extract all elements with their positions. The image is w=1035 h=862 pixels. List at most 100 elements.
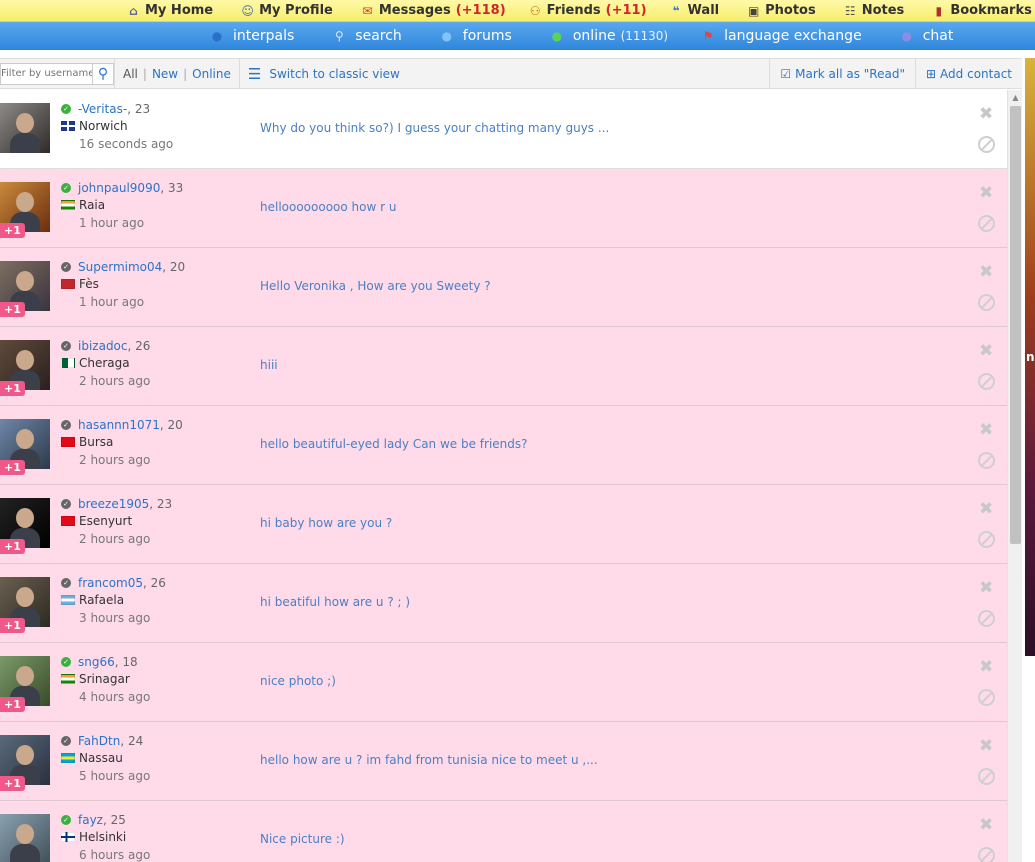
user-age: , 23 bbox=[149, 497, 173, 511]
username-link[interactable]: -Veritas- bbox=[78, 102, 127, 116]
username-link[interactable]: sng66 bbox=[78, 655, 115, 669]
filter-all[interactable]: All bbox=[123, 67, 138, 81]
topnav-item-wall[interactable]: ❝ Wall bbox=[669, 3, 725, 18]
mainnav-item-online[interactable]: ● online (11130) bbox=[547, 26, 669, 46]
topnav-item-friends[interactable]: ⚇ Friends (+11) bbox=[528, 3, 647, 18]
message-preview[interactable]: hi baby how are you ? bbox=[260, 516, 392, 530]
conversation-row[interactable]: +1 ✓ Supermimo04, 20 Fès 1 hour ago Hello Ver… bbox=[0, 248, 1007, 327]
conversation-row[interactable]: +1 ✓ johnpaul9090, 33 Raia 1 hour ago hellooo… bbox=[0, 169, 1007, 248]
message-preview[interactable]: hi beatiful how are u ? ; ) bbox=[260, 595, 410, 609]
block-user-icon[interactable] bbox=[978, 847, 995, 862]
contact-info: ✓ francom05, 26 Rafaela 3 hours ago bbox=[61, 575, 251, 627]
delete-conversation-icon[interactable]: ✖ bbox=[979, 501, 993, 518]
delete-conversation-icon[interactable]: ✖ bbox=[979, 422, 993, 439]
username-link[interactable]: fayz bbox=[78, 813, 103, 827]
conversation-row[interactable]: +1 ✓ ibizadoc, 26 Cheraga 2 hours ago hiii ✖ bbox=[0, 327, 1007, 406]
conversation-row[interactable]: +1 ✓ FahDtn, 24 Nassau 5 hours ago hello how … bbox=[0, 722, 1007, 801]
message-preview[interactable]: Nice picture :) bbox=[260, 832, 345, 846]
banner-text: n bbox=[1026, 350, 1035, 364]
filter-online[interactable]: Online bbox=[192, 67, 231, 81]
user-location: Rafaela bbox=[79, 593, 125, 607]
block-user-icon[interactable] bbox=[978, 136, 995, 153]
topnav-item-photos[interactable]: ▣ Photos bbox=[746, 3, 821, 18]
delete-conversation-icon[interactable]: ✖ bbox=[979, 106, 993, 123]
user-location: Helsinki bbox=[79, 830, 127, 844]
username-link[interactable]: johnpaul9090 bbox=[78, 181, 160, 195]
conversation-row[interactable]: +1 ✓ francom05, 26 Rafaela 3 hours ago hi bea… bbox=[0, 564, 1007, 643]
user-age: , 26 bbox=[127, 339, 151, 353]
message-preview[interactable]: hello beautiful-eyed lady Can we be frie… bbox=[260, 437, 528, 451]
message-preview[interactable]: nice photo ;) bbox=[260, 674, 336, 688]
search-button[interactable]: ⚲ bbox=[92, 62, 114, 85]
username-link[interactable]: FahDtn bbox=[78, 734, 120, 748]
online-status-icon: ✓ bbox=[61, 104, 71, 114]
conversation-row[interactable]: +1 ✓ breeze1905, 23 Esenyurt 2 hours ago hi b… bbox=[0, 485, 1007, 564]
side-banner: n bbox=[1022, 58, 1035, 862]
mainnav-item-search[interactable]: ⚲ search bbox=[329, 26, 407, 46]
scroll-up-arrow-icon[interactable]: ▲ bbox=[1008, 90, 1023, 105]
avatar[interactable] bbox=[0, 103, 50, 153]
block-user-icon[interactable] bbox=[978, 531, 995, 548]
top-navigation: ⌂ My Home ☺ My Profile ✉ Messages (+118) ⚇ Frien… bbox=[0, 0, 1035, 22]
block-user-icon[interactable] bbox=[978, 768, 995, 785]
filter-new[interactable]: New bbox=[152, 67, 178, 81]
unread-count-badge: +1 bbox=[0, 618, 25, 633]
conversation-row[interactable]: +1 ✓ hasannn1071, 20 Bursa 2 hours ago hello … bbox=[0, 406, 1007, 485]
delete-conversation-icon[interactable]: ✖ bbox=[979, 343, 993, 360]
topnav-item-messages[interactable]: ✉ Messages (+118) bbox=[360, 3, 505, 18]
offline-status-icon: ✓ bbox=[61, 736, 71, 746]
username-link[interactable]: ibizadoc bbox=[78, 339, 128, 353]
conversation-row[interactable]: +1 ✓ sng66, 18 Srinagar 4 hours ago nice phot… bbox=[0, 643, 1007, 722]
mainnav-item-language-exchange[interactable]: ⚑ language exchange bbox=[698, 26, 867, 46]
topnav-item-my-profile[interactable]: ☺ My Profile bbox=[240, 3, 338, 18]
mainnav-item-interpals[interactable]: ● interpals bbox=[207, 26, 299, 46]
friends-icon: ⚇ bbox=[529, 3, 541, 18]
block-user-icon[interactable] bbox=[978, 373, 995, 390]
mainnav-item-chat[interactable]: ● chat bbox=[897, 26, 959, 46]
message-preview[interactable]: Hello Veronika , How are you Sweety ? bbox=[260, 279, 491, 293]
scroll-thumb[interactable] bbox=[1010, 106, 1021, 544]
contact-info: ✓ sng66, 18 Srinagar 4 hours ago bbox=[61, 654, 251, 706]
message-preview[interactable]: hellooooooooo how r u bbox=[260, 200, 396, 214]
message-preview[interactable]: Why do you think so?) I guess your chatt… bbox=[260, 121, 609, 135]
topnav-item-my-home[interactable]: ⌂ My Home bbox=[126, 3, 218, 18]
contact-info: ✓ -Veritas-, 23 Norwich 16 seconds ago bbox=[61, 101, 251, 153]
message-preview[interactable]: hello how are u ? im fahd from tunisia n… bbox=[260, 753, 598, 767]
delete-conversation-icon[interactable]: ✖ bbox=[979, 659, 993, 676]
username-link[interactable]: francom05 bbox=[78, 576, 143, 590]
add-contact-button[interactable]: ⊞ Add contact bbox=[914, 58, 1022, 89]
contact-info: ✓ johnpaul9090, 33 Raia 1 hour ago bbox=[61, 180, 251, 232]
switch-classic-view-link[interactable]: ☰ Switch to classic view bbox=[240, 65, 400, 83]
country-flag-icon bbox=[61, 358, 75, 368]
mainnav-item-label: chat bbox=[922, 28, 954, 44]
username-link[interactable]: hasannn1071 bbox=[78, 418, 160, 432]
bookmark-icon: ▮ bbox=[935, 3, 943, 18]
block-user-icon[interactable] bbox=[978, 689, 995, 706]
topnav-item-bookmarks[interactable]: ▮ Bookmarks bbox=[931, 3, 1035, 18]
message-preview[interactable]: hiii bbox=[260, 358, 278, 372]
avatar[interactable] bbox=[0, 814, 50, 862]
conversation-scrollbar[interactable]: ▲ bbox=[1007, 90, 1022, 862]
username-link[interactable]: Supermimo04 bbox=[78, 260, 162, 274]
block-user-icon[interactable] bbox=[978, 452, 995, 469]
delete-conversation-icon[interactable]: ✖ bbox=[979, 264, 993, 281]
block-user-icon[interactable] bbox=[978, 215, 995, 232]
topnav-item-notes[interactable]: ☷ Notes bbox=[843, 3, 910, 18]
delete-conversation-icon[interactable]: ✖ bbox=[979, 817, 993, 834]
mark-all-read-button[interactable]: ☑ Mark all as "Read" bbox=[769, 58, 915, 89]
username-link[interactable]: breeze1905 bbox=[78, 497, 149, 511]
unread-count-badge: +1 bbox=[0, 460, 25, 475]
online-user-icon: ● bbox=[551, 29, 563, 43]
block-user-icon[interactable] bbox=[978, 294, 995, 311]
mainnav-item-forums[interactable]: ● forums bbox=[437, 26, 517, 46]
mainnav-item-label: interpals bbox=[233, 28, 295, 44]
delete-conversation-icon[interactable]: ✖ bbox=[979, 580, 993, 597]
avatar-head bbox=[16, 587, 34, 607]
conversation-row[interactable]: ✓ -Veritas-, 23 Norwich 16 seconds ago Why d… bbox=[0, 90, 1007, 169]
delete-conversation-icon[interactable]: ✖ bbox=[979, 738, 993, 755]
username-filter-input[interactable] bbox=[0, 62, 92, 85]
offline-status-icon: ✓ bbox=[61, 420, 71, 430]
delete-conversation-icon[interactable]: ✖ bbox=[979, 185, 993, 202]
block-user-icon[interactable] bbox=[978, 610, 995, 627]
conversation-row[interactable]: ✓ fayz, 25 Helsinki 6 hours ago Nice picture… bbox=[0, 801, 1007, 862]
